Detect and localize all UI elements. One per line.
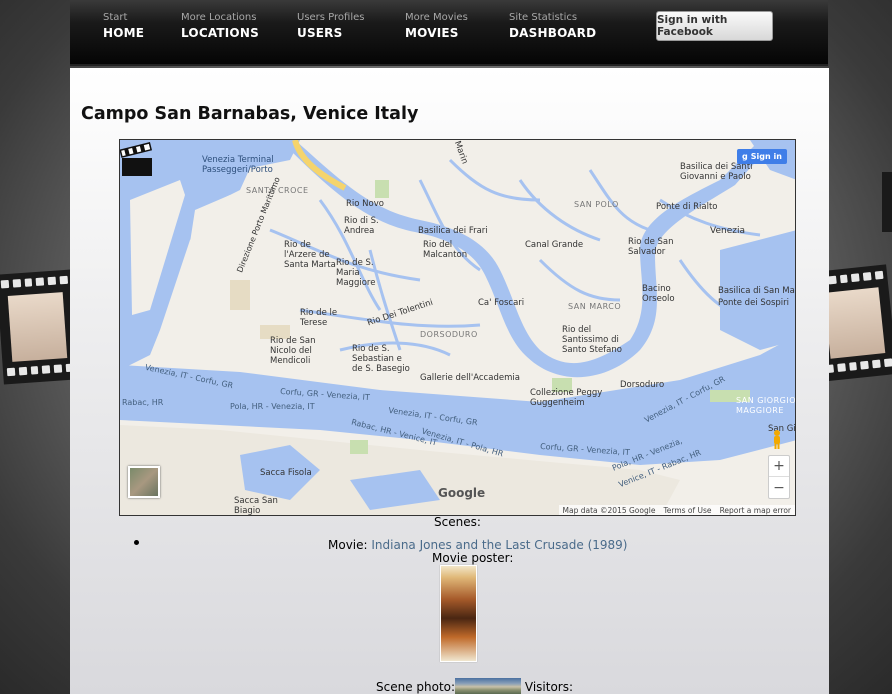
report-map-error-link[interactable]: Report a map error <box>720 506 791 515</box>
location-map[interactable]: Venezia Terminal Passeggeri/Porto SANTA C… <box>119 139 796 516</box>
map-label-sacca-fisola: Sacca Fisola <box>260 468 312 478</box>
map-label-rio-sebastian: Rio de S. Sebastian e de S. Basegio <box>352 344 410 374</box>
map-label-rabac-hr: Rabac, HR <box>122 398 164 407</box>
scene-photo-label: Scene photo: <box>376 680 456 694</box>
map-label-ponte-sospiri: Ponte dei Sospiri <box>718 298 790 308</box>
map-label-rio-arzere: Rio de l'Arzere de Santa Marta <box>284 240 336 270</box>
page-title: Campo San Barnabas, Venice Italy <box>81 104 419 124</box>
map-label-san-giorgio: SAN GIORGIO MAGGIORE <box>736 396 796 415</box>
map-zoom-control: + − <box>768 455 790 499</box>
scene-movie-line: Movie: Indiana Jones and the Last Crusad… <box>328 538 627 552</box>
map-label-rio-s-andrea: Rio di S. Andrea <box>344 216 379 236</box>
map-label-san-polo: SAN POLO <box>574 200 619 209</box>
nav-dashboard[interactable]: Site Statistics DASHBOARD <box>509 12 596 40</box>
movie-link[interactable]: Indiana Jones and the Last Crusade (1989… <box>371 538 627 552</box>
nav-movies-subtitle: More Movies <box>405 12 468 23</box>
map-label-san-marco: SAN MARCO <box>568 302 622 311</box>
list-bullet <box>134 540 139 545</box>
google-g-icon: g <box>742 152 748 161</box>
nav-users-subtitle: Users Profiles <box>297 12 365 23</box>
map-footer: Map data ©2015 Google Terms of Use Repor… <box>558 505 795 515</box>
movie-poster-image[interactable] <box>440 565 477 662</box>
movie-prefix: Movie: <box>328 538 372 552</box>
nav-movies[interactable]: More Movies MOVIES <box>405 12 468 40</box>
nav-dashboard-label: DASHBOARD <box>509 26 597 40</box>
map-label-pola-hr: Pola, HR - Venezia, IT <box>230 402 315 411</box>
nav-users-label: USERS <box>297 26 343 40</box>
scene-photo-line: Scene photo: Visitors: <box>376 678 573 694</box>
map-label-rio-san-nicolo: Rio de San Nicolo del Mendicoli <box>270 336 316 366</box>
map-label-rio-novo: Rio Novo <box>346 199 384 209</box>
satellite-view-toggle[interactable] <box>128 466 160 498</box>
map-label-rio-san-salvador: Rio de San Salvador <box>628 237 674 257</box>
movie-clapperboard-icon[interactable] <box>120 140 154 178</box>
map-label-rio-santissimo: Rio del Santissimo di Santo Stefano <box>562 325 622 355</box>
map-label-sacca-san-biagio: Sacca San Biagio <box>234 496 278 516</box>
visitors-label: Visitors: <box>524 680 574 694</box>
zoom-in-button[interactable]: + <box>769 456 789 477</box>
film-strip-left-decoration <box>0 269 79 385</box>
map-data-credit: Map data ©2015 Google <box>562 505 656 515</box>
facebook-signin-button[interactable]: Sign in with Facebook <box>656 11 773 41</box>
movie-poster-label: Movie poster: <box>432 551 514 565</box>
map-label-peggy: Collezione Peggy Guggenheim <box>530 388 603 408</box>
map-label-ca-foscari: Ca' Foscari <box>478 298 525 308</box>
terms-of-use-link[interactable]: Terms of Use <box>663 506 711 515</box>
scene-photo-image[interactable] <box>455 678 522 694</box>
street-view-pegman-icon[interactable] <box>771 429 783 449</box>
nav-home-label: HOME <box>103 26 145 40</box>
nav-movies-label: MOVIES <box>405 26 459 40</box>
map-label-rio-terese: Rio de le Terese <box>300 308 338 328</box>
map-label-basilica-san-marco: Basilica di San Marco <box>718 286 795 296</box>
map-label-basilica-frari: Basilica dei Frari <box>418 226 488 236</box>
scenes-heading: Scenes: <box>434 515 481 529</box>
map-label-venezia: Venezia <box>710 226 745 236</box>
nav-locations[interactable]: More Locations LOCATIONS <box>181 12 259 40</box>
nav-dashboard-subtitle: Site Statistics <box>509 12 578 23</box>
map-label-dorsoduro: DORSODURO <box>420 330 478 339</box>
map-signin-label: Sign in <box>750 152 782 161</box>
nav-users[interactable]: Users Profiles USERS <box>297 12 365 40</box>
film-strip-right-edge <box>882 172 892 232</box>
map-signin-button[interactable]: g Sign in <box>737 149 787 164</box>
nav-home-subtitle: Start <box>103 12 128 23</box>
nav-locations-subtitle: More Locations <box>181 12 257 23</box>
map-label-rio-malcanton: Rio del Malcanton <box>423 240 468 260</box>
nav-locations-label: LOCATIONS <box>181 26 259 40</box>
zoom-out-button[interactable]: − <box>769 477 789 498</box>
map-label-dorsoduro-place: Dorsoduro <box>620 380 665 390</box>
top-navigation: Start HOME More Locations LOCATIONS User… <box>70 0 828 66</box>
nav-home[interactable]: Start HOME <box>103 12 144 40</box>
map-label-ponte-rialto: Ponte di Rialto <box>656 202 718 212</box>
map-label-canal-grande: Canal Grande <box>525 240 584 250</box>
map-label-gallerie: Gallerie dell'Accademia <box>420 373 520 383</box>
main-content: Campo San Barnabas, Venice Italy Venezia… <box>70 68 829 694</box>
map-label-bacino: Bacino Orseolo <box>642 284 675 304</box>
map-label-basilica-santi: Basilica dei Santi Giovanni e Paolo <box>680 162 753 182</box>
map-label-terminal: Venezia Terminal Passeggeri/Porto <box>202 155 274 175</box>
map-label-rio-maria: Rio de S. Maria Maggiore <box>336 258 376 288</box>
google-logo: Google <box>438 486 486 500</box>
